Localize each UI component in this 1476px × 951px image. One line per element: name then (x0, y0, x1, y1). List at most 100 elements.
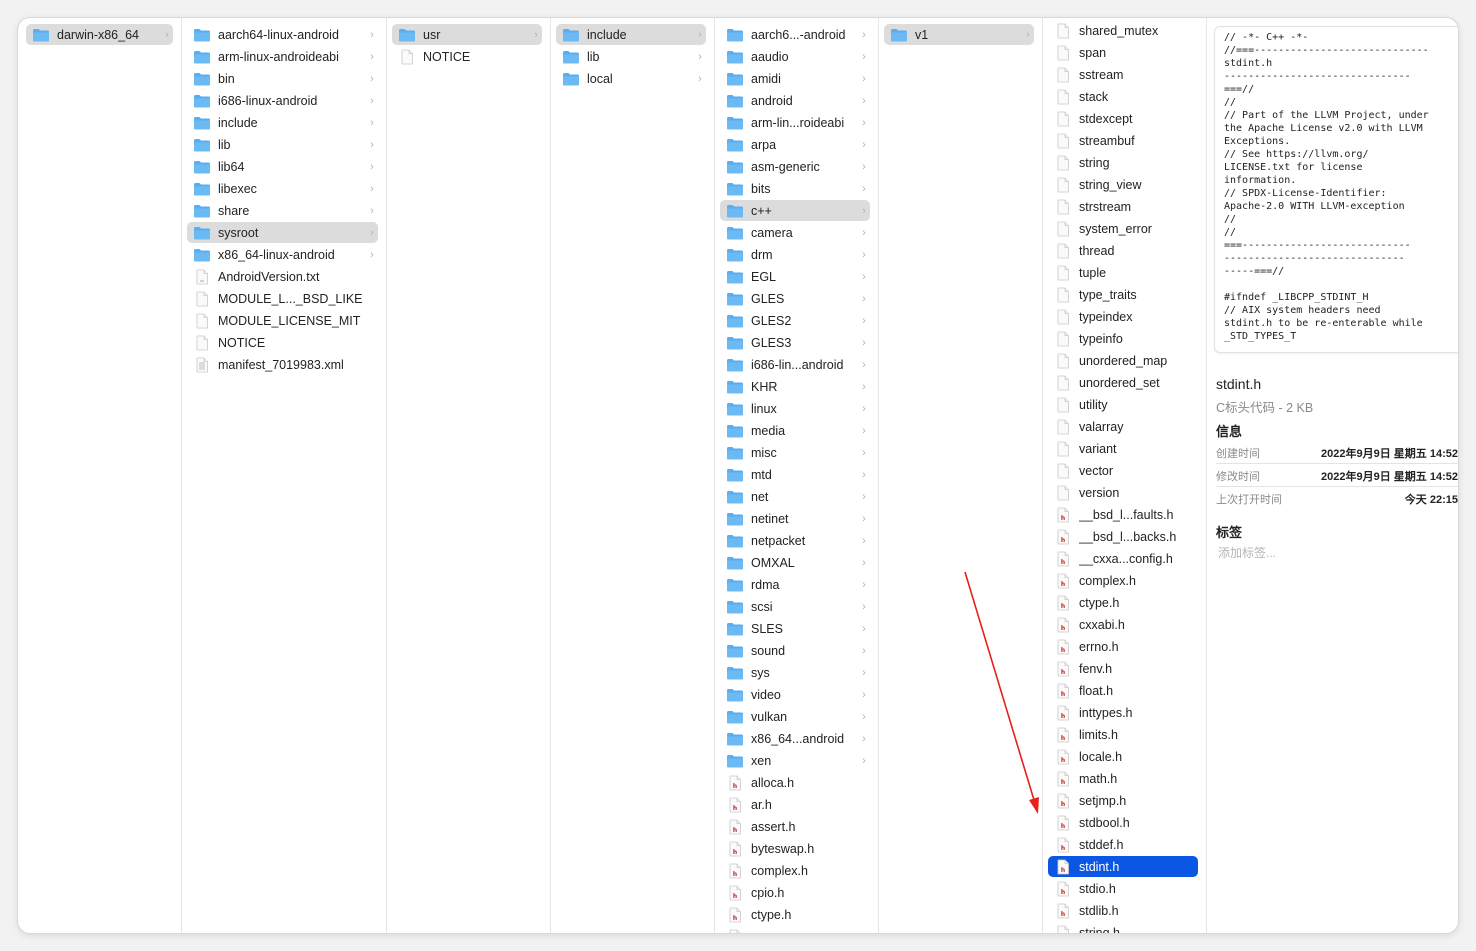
file-item[interactable]: h float.h (1048, 680, 1198, 701)
folder-item[interactable]: share › (187, 200, 378, 221)
file-item[interactable]: stdexcept (1048, 108, 1198, 129)
file-item[interactable]: NOTICE (187, 332, 378, 353)
folder-item[interactable]: i686-lin...android › (720, 354, 870, 375)
folder-item[interactable]: i686-linux-android › (187, 90, 378, 111)
file-item[interactable]: h cpio.h (720, 882, 870, 903)
folder-item[interactable]: arm-lin...roideabi › (720, 112, 870, 133)
file-item[interactable]: h stdbool.h (1048, 812, 1198, 833)
file-item[interactable]: string (1048, 152, 1198, 173)
file-item[interactable]: strstream (1048, 196, 1198, 217)
file-item[interactable]: h stdint.h (1048, 856, 1198, 877)
folder-item[interactable]: EGL › (720, 266, 870, 287)
folder-item[interactable]: drm › (720, 244, 870, 265)
folder-item[interactable]: amidi › (720, 68, 870, 89)
file-item[interactable]: unordered_map (1048, 350, 1198, 371)
file-item[interactable]: AndroidVersion.txt (187, 266, 378, 287)
file-item[interactable]: MODULE_LICENSE_MIT (187, 310, 378, 331)
file-item[interactable]: typeindex (1048, 306, 1198, 327)
file-item[interactable]: h ar.h (720, 794, 870, 815)
folder-item[interactable]: include › (556, 24, 706, 45)
folder-item[interactable]: mtd › (720, 464, 870, 485)
file-item[interactable]: h math.h (1048, 768, 1198, 789)
folder-item[interactable]: lib › (187, 134, 378, 155)
folder-item[interactable]: media › (720, 420, 870, 441)
file-item[interactable]: utility (1048, 394, 1198, 415)
folder-item[interactable]: sound › (720, 640, 870, 661)
folder-item[interactable]: arpa › (720, 134, 870, 155)
folder-item[interactable]: aarch6...-android › (720, 24, 870, 45)
file-item[interactable]: manifest_7019983.xml (187, 354, 378, 375)
folder-item[interactable]: netpacket › (720, 530, 870, 551)
folder-item[interactable]: x86_64...android › (720, 728, 870, 749)
file-item[interactable]: typeinfo (1048, 328, 1198, 349)
folder-item[interactable]: libexec › (187, 178, 378, 199)
folder-item[interactable]: x86_64-linux-android › (187, 244, 378, 265)
file-item[interactable]: valarray (1048, 416, 1198, 437)
folder-item[interactable]: xen › (720, 750, 870, 771)
file-item[interactable]: h ctype.h (720, 904, 870, 925)
file-item[interactable]: variant (1048, 438, 1198, 459)
folder-item[interactable]: vulkan › (720, 706, 870, 727)
file-item[interactable]: stack (1048, 86, 1198, 107)
folder-item[interactable]: netinet › (720, 508, 870, 529)
file-item[interactable]: shared_mutex (1048, 20, 1198, 41)
folder-item[interactable]: lib64 › (187, 156, 378, 177)
folder-item[interactable]: linux › (720, 398, 870, 419)
file-item[interactable]: h locale.h (1048, 746, 1198, 767)
file-item[interactable]: span (1048, 42, 1198, 63)
file-item[interactable]: h alloca.h (720, 772, 870, 793)
folder-item[interactable]: arm-linux-androideabi › (187, 46, 378, 67)
file-item[interactable]: type_traits (1048, 284, 1198, 305)
folder-item[interactable]: local › (556, 68, 706, 89)
folder-item[interactable]: sysroot › (187, 222, 378, 243)
folder-item[interactable]: asm-generic › (720, 156, 870, 177)
folder-item[interactable]: SLES › (720, 618, 870, 639)
folder-item[interactable]: lib › (556, 46, 706, 67)
folder-item[interactable]: include › (187, 112, 378, 133)
file-item[interactable]: vector (1048, 460, 1198, 481)
file-item[interactable]: h cxxabi.h (1048, 614, 1198, 635)
file-item[interactable]: h ctype.h (1048, 592, 1198, 613)
file-preview-thumbnail[interactable]: // -*- C++ -*- //===--------------------… (1214, 26, 1458, 353)
folder-item[interactable]: bits › (720, 178, 870, 199)
file-item[interactable]: sstream (1048, 64, 1198, 85)
file-item[interactable]: h fenv.h (1048, 658, 1198, 679)
file-item[interactable]: h __cxxa...config.h (1048, 548, 1198, 569)
file-item[interactable]: h __bsd_l...faults.h (1048, 504, 1198, 525)
file-item[interactable]: h stdio.h (1048, 878, 1198, 899)
file-item[interactable]: h stdlib.h (1048, 900, 1198, 921)
file-item[interactable]: h complex.h (720, 860, 870, 881)
file-item[interactable]: h assert.h (720, 816, 870, 837)
folder-item[interactable]: misc › (720, 442, 870, 463)
folder-item[interactable]: GLES2 › (720, 310, 870, 331)
folder-item[interactable]: GLES › (720, 288, 870, 309)
folder-item[interactable]: camera › (720, 222, 870, 243)
file-item[interactable]: h errno.h (1048, 636, 1198, 657)
file-item[interactable]: h __bsd_l...backs.h (1048, 526, 1198, 547)
folder-item[interactable]: rdma › (720, 574, 870, 595)
folder-item[interactable]: aarch64-linux-android › (187, 24, 378, 45)
folder-item[interactable]: bin › (187, 68, 378, 89)
file-item[interactable]: h complex.h (1048, 570, 1198, 591)
folder-item[interactable]: aaudio › (720, 46, 870, 67)
folder-item[interactable]: usr › (392, 24, 542, 45)
file-item[interactable]: NOTICE (392, 46, 542, 67)
folder-item[interactable]: android › (720, 90, 870, 111)
file-item[interactable]: MODULE_L..._BSD_LIKE (187, 288, 378, 309)
file-item[interactable]: h stddef.h (1048, 834, 1198, 855)
folder-item[interactable]: video › (720, 684, 870, 705)
file-item[interactable]: streambuf (1048, 130, 1198, 151)
file-item[interactable]: string_view (1048, 174, 1198, 195)
folder-item[interactable]: darwin-x86_64 › (26, 24, 173, 45)
file-item[interactable]: h setjmp.h (1048, 790, 1198, 811)
file-item[interactable]: h byteswap.h (720, 838, 870, 859)
file-item[interactable]: h limits.h (1048, 724, 1198, 745)
folder-item[interactable]: c++ › (720, 200, 870, 221)
file-item[interactable]: h string.h (1048, 922, 1198, 933)
file-item[interactable]: h inttypes.h (1048, 702, 1198, 723)
folder-item[interactable]: v1 › (884, 24, 1034, 45)
file-item[interactable]: version (1048, 482, 1198, 503)
folder-item[interactable]: scsi › (720, 596, 870, 617)
folder-item[interactable]: net › (720, 486, 870, 507)
folder-item[interactable]: GLES3 › (720, 332, 870, 353)
